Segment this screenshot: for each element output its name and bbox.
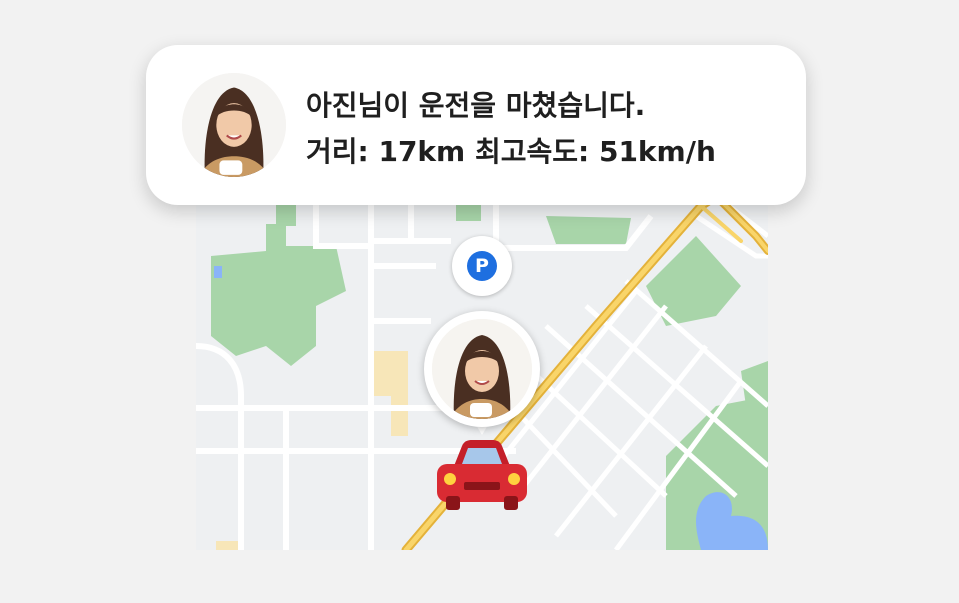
parking-icon: P [467,251,497,281]
building-area [216,541,241,550]
water-area [214,266,222,278]
notification-stats: 거리: 17km 최고속도: 51km/h [306,135,716,168]
map-view[interactable]: P [196,196,768,550]
parking-marker[interactable]: P [452,236,512,296]
notification-message: 아진님이 운전을 마쳤습니다. 거리: 17km 최고속도: 51km/h [306,83,716,175]
notification-title: 아진님이 운전을 마쳤습니다. [306,89,646,122]
red-car-icon[interactable] [432,436,532,516]
user-location-pin[interactable] [424,311,540,447]
user-photo-icon [182,73,286,177]
park-area [546,216,631,244]
notification-card[interactable]: 아진님이 운전을 마쳤습니다. 거리: 17km 최고속도: 51km/h [146,45,806,205]
user-photo-icon [432,319,532,419]
